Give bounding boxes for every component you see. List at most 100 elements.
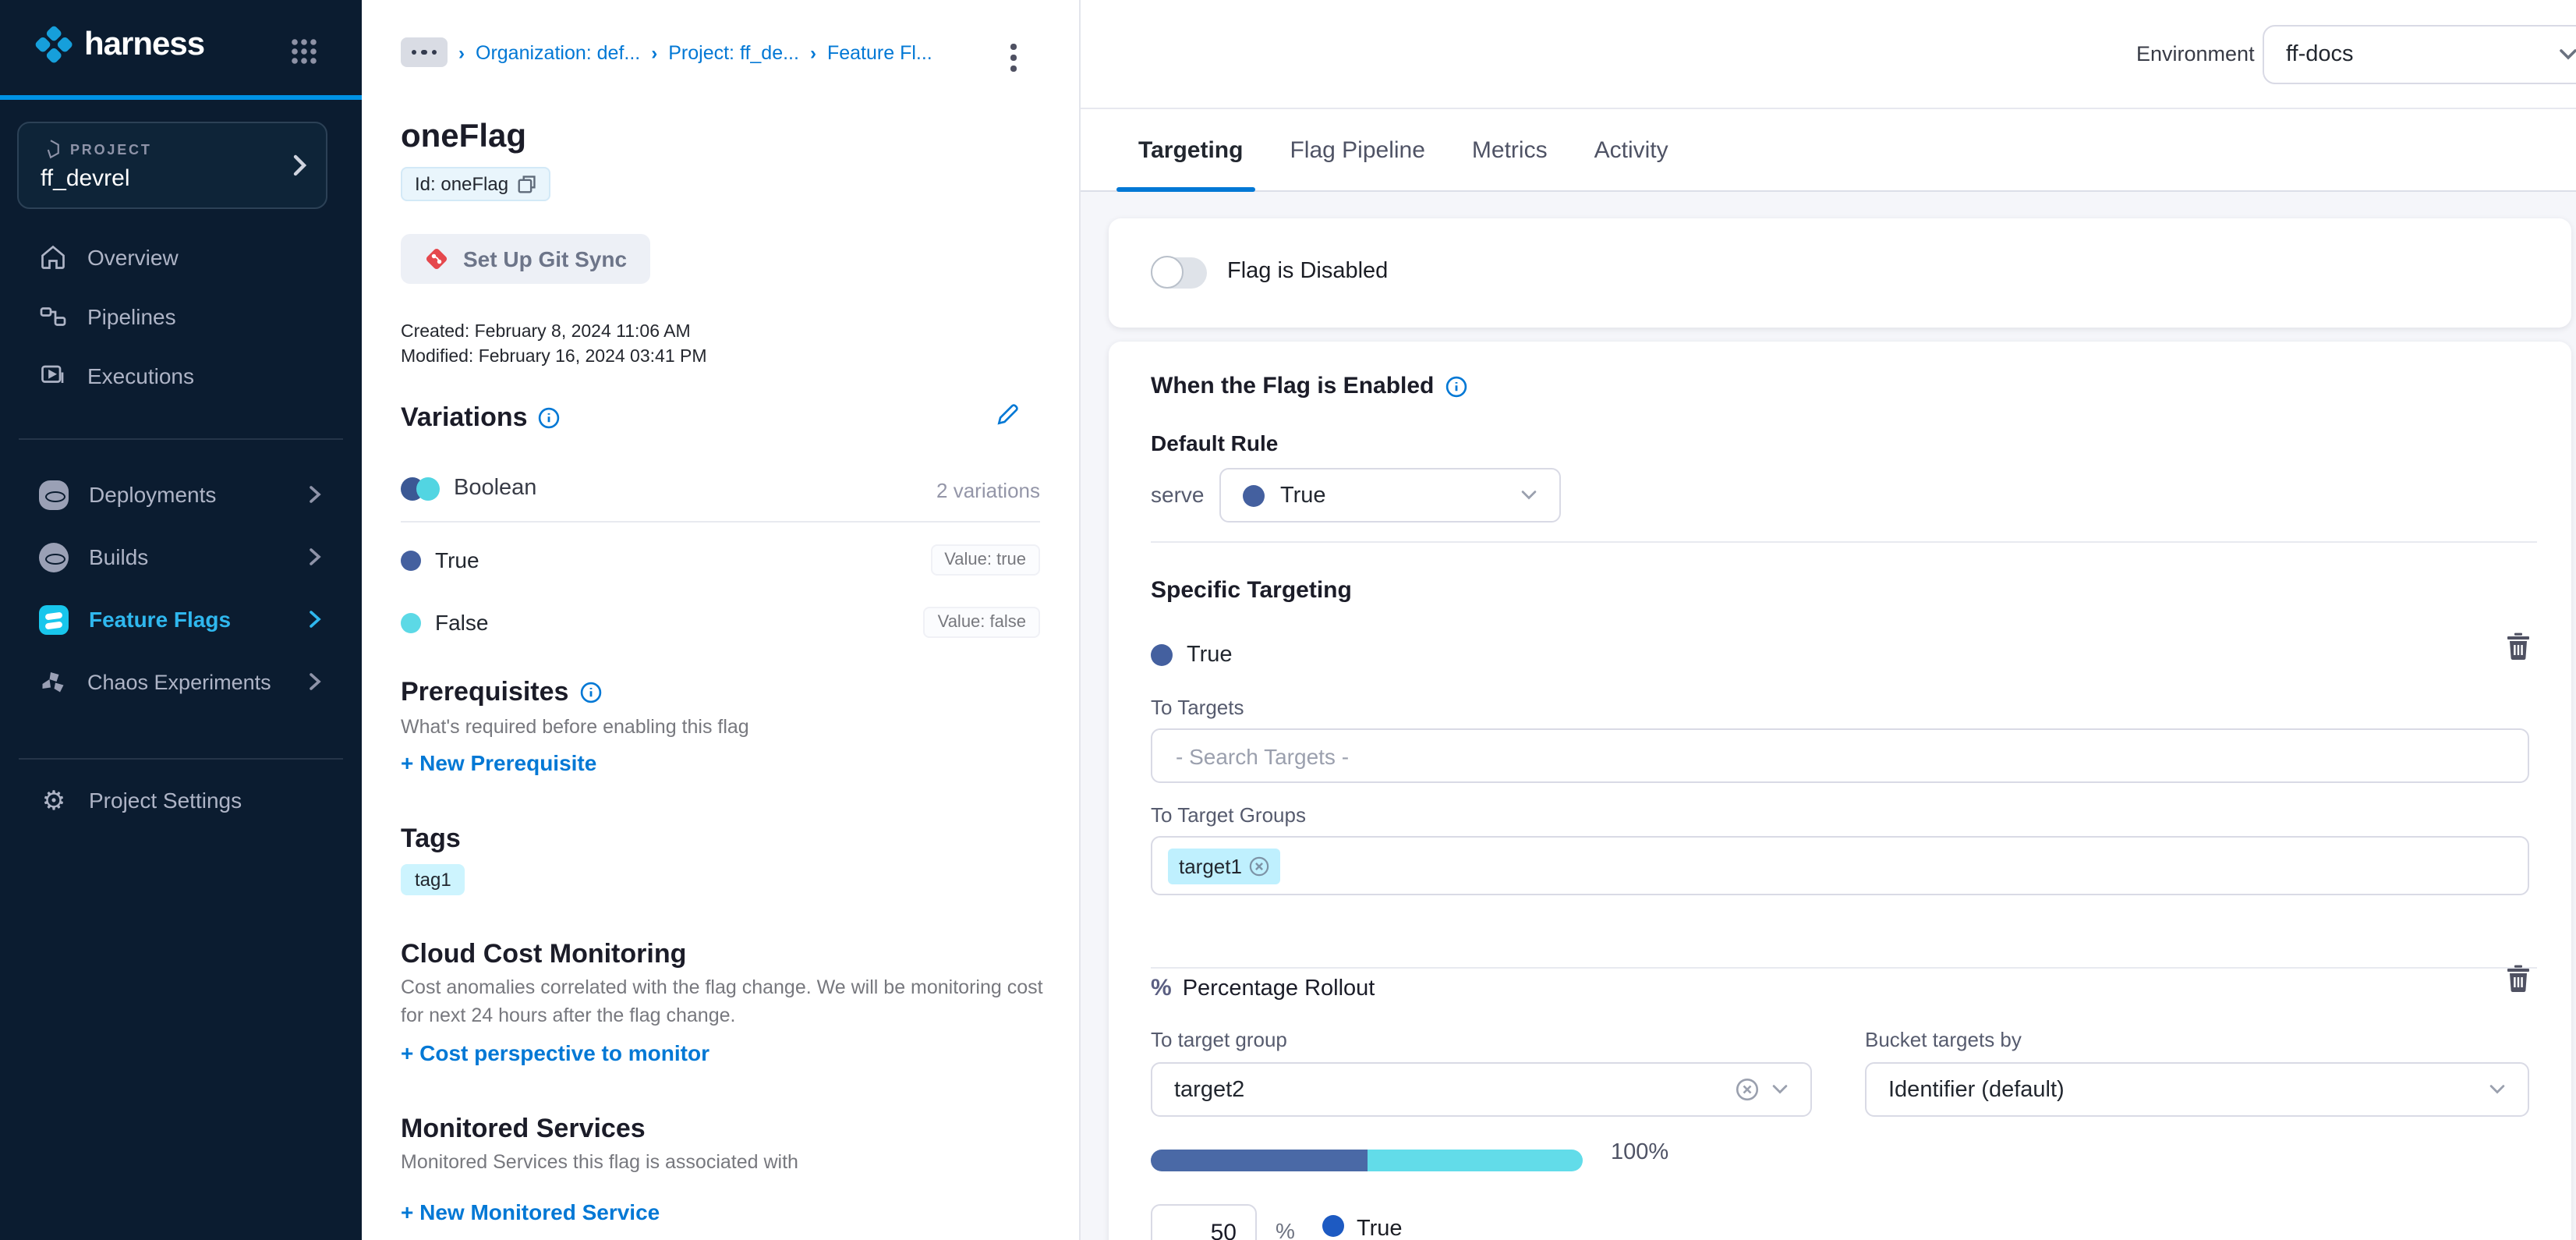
harness-logo[interactable]: harness <box>34 25 204 64</box>
page-title: oneFlag <box>401 119 526 156</box>
tag-chip[interactable]: tag1 <box>401 864 465 895</box>
tab-metrics[interactable]: Metrics <box>1472 136 1548 163</box>
specific-variation-row: True <box>1151 643 1233 668</box>
default-rule-label: Default Rule <box>1151 430 1278 455</box>
flag-id-badge[interactable]: Id: oneFlag <box>401 167 550 201</box>
cube-icon <box>41 139 61 159</box>
delete-specific-targeting-button[interactable] <box>2506 632 2531 660</box>
tab-flag-pipeline[interactable]: Flag Pipeline <box>1290 136 1424 163</box>
serve-label: serve <box>1151 482 1204 507</box>
environment-select[interactable]: ff-docs <box>2263 25 2576 84</box>
project-name: ff_devrel <box>41 165 130 192</box>
sidebar-item-executions[interactable]: Executions <box>0 346 362 406</box>
sidebar-item-label: Feature Flags <box>89 607 231 632</box>
prerequisites-heading: Prerequisites <box>401 677 601 708</box>
sidebar-item-pipelines[interactable]: Pipelines <box>0 287 362 346</box>
targeting-panel: Environment ff-docs Targeting Flag Pipel… <box>1081 0 2576 1240</box>
tab-targeting[interactable]: Targeting <box>1138 136 1243 163</box>
bucket-targets-by-select[interactable]: Identifier (default) <box>1865 1062 2529 1117</box>
chevron-down-icon <box>2559 48 2576 61</box>
chevron-right-icon <box>309 547 321 566</box>
sidebar-modules: Deployments Builds Feature Flags Chaos E… <box>0 463 362 713</box>
variation-value-badge: Value: false <box>924 607 1040 638</box>
specific-variation-name: True <box>1187 643 1233 668</box>
divider <box>1151 541 2537 543</box>
flag-enabled-toggle[interactable] <box>1151 257 1207 289</box>
edit-variations-button[interactable] <box>995 402 1020 427</box>
serve-variation-select[interactable]: True <box>1219 468 1561 523</box>
monitored-services-heading: Monitored Services <box>401 1114 646 1145</box>
cloud-cost-description: Cost anomalies correlated with the flag … <box>401 973 1043 1029</box>
info-icon[interactable] <box>539 407 561 429</box>
to-target-groups-label: To Target Groups <box>1151 803 1306 827</box>
sidebar-item-deployments[interactable]: Deployments <box>0 463 362 526</box>
breadcrumb-feature-flags-link[interactable]: Feature Fl... <box>827 41 932 63</box>
chaos-experiments-icon <box>39 668 67 696</box>
flag-menu-button[interactable] <box>1001 41 1025 74</box>
rollout-segment-true <box>1151 1150 1367 1171</box>
flag-id-text: Id: oneFlag <box>415 173 508 195</box>
module-grid-icon[interactable] <box>290 37 318 66</box>
breadcrumb-org-link[interactable]: Organization: def... <box>476 41 640 63</box>
chevron-right-icon: › <box>810 41 816 63</box>
sidebar-item-overview[interactable]: Overview <box>0 228 362 287</box>
search-targets-input[interactable] <box>1151 728 2529 783</box>
builds-icon <box>39 542 69 572</box>
cost-perspective-button[interactable]: + Cost perspective to monitor <box>401 1040 709 1065</box>
sidebar-item-label: Executions <box>87 363 194 388</box>
sidebar-nav: Overview Pipelines Executions <box>0 228 362 406</box>
rollout-distribution-bar <box>1151 1150 1583 1171</box>
active-tab-underline <box>1116 186 1255 192</box>
executions-icon <box>39 362 67 390</box>
sidebar-item-chaos-experiments[interactable]: Chaos Experiments <box>0 650 362 713</box>
rollout-weight-input[interactable] <box>1151 1204 1257 1240</box>
variation-value-badge: Value: true <box>930 544 1040 576</box>
percent-icon: % <box>1151 975 1172 1001</box>
sidebar-item-project-settings[interactable]: ⚙ Project Settings <box>0 771 362 830</box>
target-groups-input[interactable]: target1 <box>1151 836 2529 895</box>
breadcrumb-project-link[interactable]: Project: ff_de... <box>668 41 799 63</box>
variation-row-true: True <box>401 547 479 572</box>
copy-icon[interactable] <box>518 175 536 193</box>
target-group-chip[interactable]: target1 <box>1168 848 1281 884</box>
info-icon[interactable] <box>579 682 601 703</box>
remove-chip-icon[interactable] <box>1250 856 1270 876</box>
prerequisites-description: What's required before enabling this fla… <box>401 713 749 741</box>
divider <box>1151 967 2537 969</box>
rollout-target-group-select[interactable]: target2 <box>1151 1062 1812 1117</box>
variation-type-label: Boolean <box>454 476 536 501</box>
sidebar-item-builds[interactable]: Builds <box>0 526 362 588</box>
gear-icon: ⚙ <box>39 787 69 813</box>
project-label: PROJECT <box>70 141 152 157</box>
new-monitored-service-button[interactable]: + New Monitored Service <box>401 1199 660 1224</box>
rollout-total: 100% <box>1611 1140 1668 1165</box>
pencil-icon <box>995 402 1020 427</box>
sidebar-item-label: Builds <box>89 544 148 569</box>
variation-dot <box>401 612 421 632</box>
variation-dot <box>401 550 421 570</box>
serve-value: True <box>1280 483 1326 508</box>
setup-git-sync-button[interactable]: Set Up Git Sync <box>401 234 650 284</box>
sidebar-item-feature-flags[interactable]: Feature Flags <box>0 588 362 650</box>
monitored-services-description: Monitored Services this flag is associat… <box>401 1148 798 1176</box>
chevron-right-icon <box>309 672 321 691</box>
project-selector[interactable]: PROJECT ff_devrel <box>17 122 327 209</box>
sidebar-item-label: Project Settings <box>89 788 242 813</box>
sidebar: harness PROJECT ff_devrel <box>0 0 362 1240</box>
variations-heading: Variations <box>401 402 561 434</box>
sidebar-divider <box>19 758 343 760</box>
pipelines-icon <box>39 303 67 331</box>
variation-count: 2 variations <box>936 479 1040 502</box>
trash-icon <box>2506 964 2531 992</box>
git-icon <box>424 246 449 271</box>
chevron-right-icon: › <box>651 41 657 63</box>
chevron-right-icon <box>293 154 307 176</box>
breadcrumb-overflow-button[interactable] <box>401 37 448 67</box>
info-icon[interactable] <box>1445 375 1467 397</box>
variation-name: False <box>435 610 488 635</box>
delete-percentage-rollout-button[interactable] <box>2506 964 2531 992</box>
chevron-right-icon <box>309 610 321 629</box>
new-prerequisite-button[interactable]: + New Prerequisite <box>401 750 596 775</box>
tab-activity[interactable]: Activity <box>1594 136 1668 163</box>
clear-selection-icon[interactable] <box>1736 1078 1759 1101</box>
